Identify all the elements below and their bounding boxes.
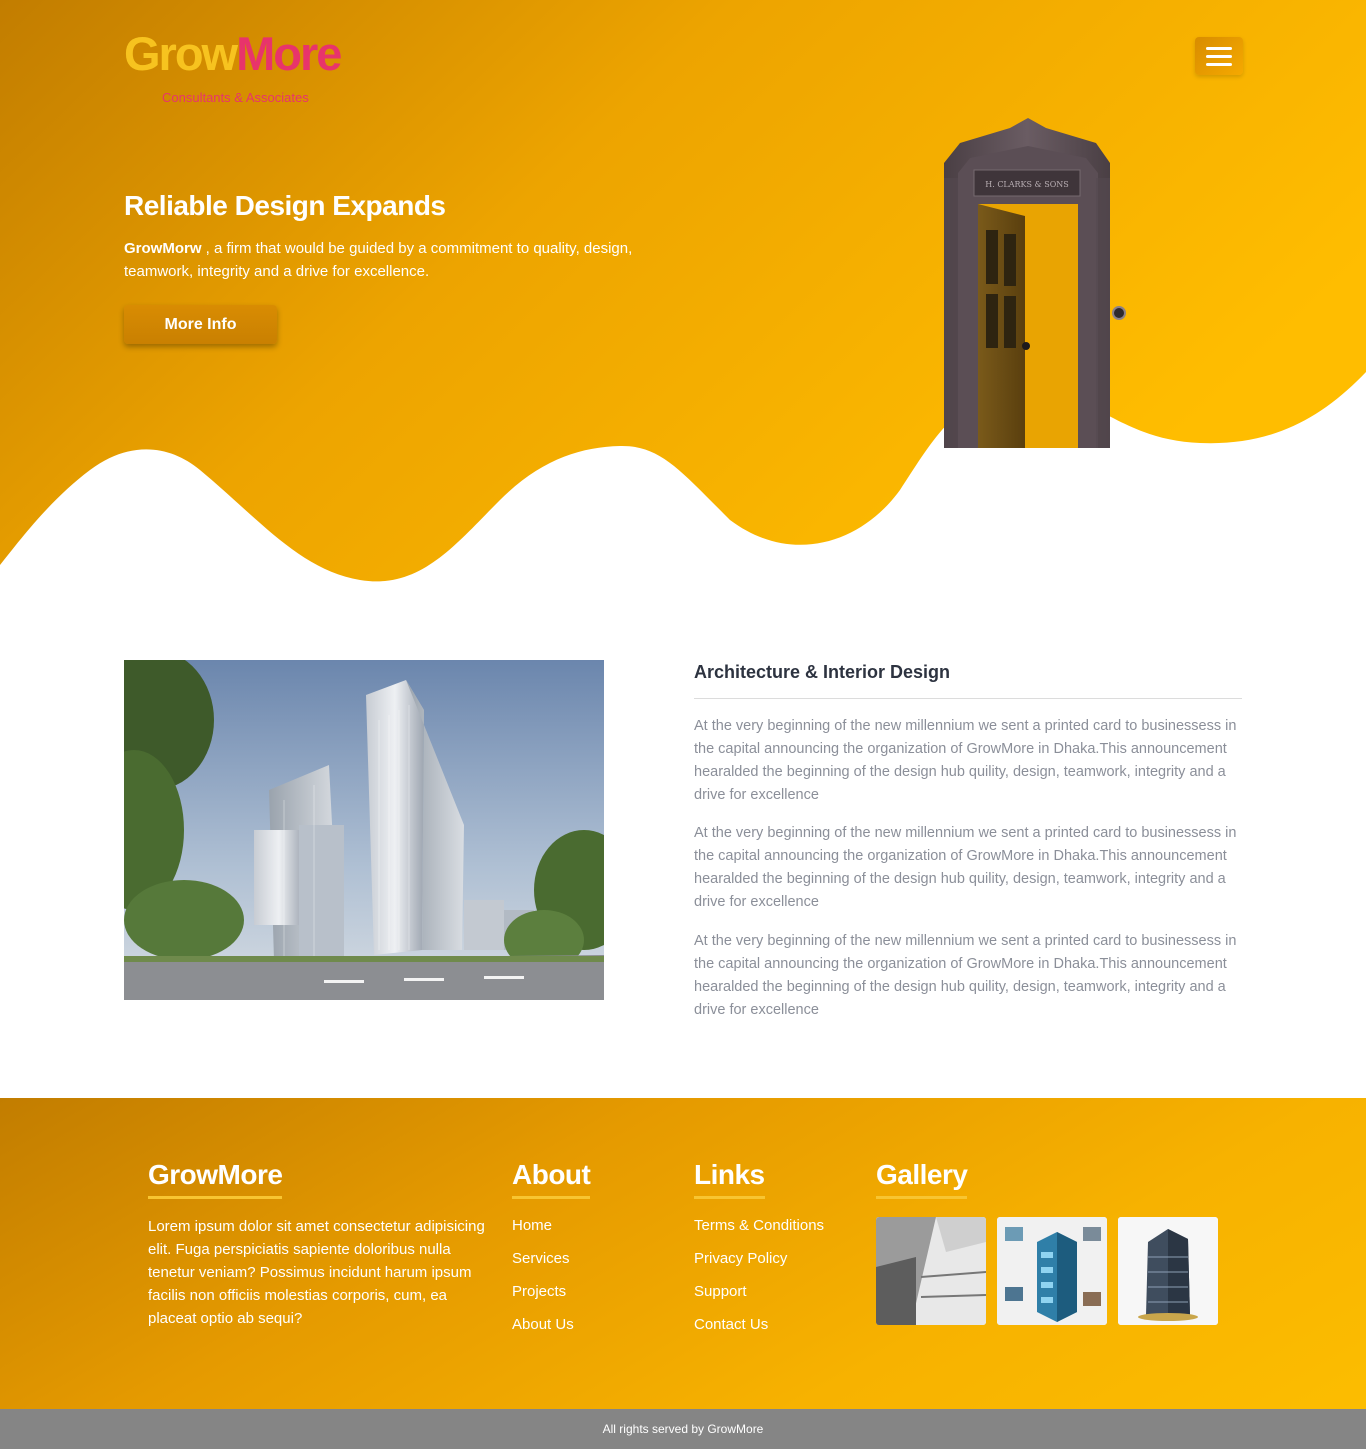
site-logo[interactable]: GrowMore Consultants & Associates [124, 28, 384, 108]
footer-links-list: Terms & Conditions Privacy Policy Suppor… [694, 1217, 824, 1334]
about-paragraph: At the very beginning of the new millenn… [694, 933, 1237, 1018]
gallery-thumb-facade[interactable] [876, 1217, 986, 1325]
footer-links-heading-text: Links [694, 1159, 765, 1190]
copyright-bar: All rights served by GrowMore [0, 1409, 1366, 1449]
footer-links-column: Links Terms & Conditions Privacy Policy … [694, 1158, 824, 1349]
footer-gallery-column: Gallery [876, 1158, 1236, 1327]
footer-gallery-heading: Gallery [876, 1158, 968, 1199]
footer-about-heading-text: About [512, 1159, 591, 1190]
footer-link-privacy[interactable]: Privacy Policy [694, 1250, 824, 1268]
gallery-thumb-isometric[interactable] [997, 1217, 1107, 1325]
footer-link-contact[interactable]: Contact Us [694, 1316, 824, 1334]
footer-about-heading: About [512, 1158, 591, 1199]
hero-section: GrowMore Consultants & Associates Reliab… [0, 0, 1366, 600]
footer-link-about-us[interactable]: About Us [512, 1316, 590, 1334]
gallery-grid [876, 1217, 1236, 1327]
more-info-button[interactable]: More Info [124, 305, 277, 344]
svg-text:H. CLARKS & SONS: H. CLARKS & SONS [985, 180, 1068, 189]
about-title: Architecture & Interior Design [694, 662, 951, 682]
office-tower-image [1118, 1217, 1218, 1325]
footer-links-heading: Links [694, 1158, 765, 1199]
footer: GrowMore Lorem ipsum dolor sit amet cons… [0, 1098, 1366, 1409]
hamburger-menu-button[interactable] [1195, 37, 1243, 75]
isometric-building-image [997, 1217, 1107, 1325]
footer-about-column: About Home Services Projects About Us [512, 1158, 591, 1349]
hero-description: GrowMorw , a firm that would be guided b… [124, 237, 654, 283]
hamburger-icon-bar [1206, 63, 1232, 66]
skyscraper-illustration [124, 660, 604, 1000]
about-paragraph: At the very beginning of the new millenn… [694, 825, 1237, 910]
footer-gallery-heading-text: Gallery [876, 1159, 968, 1190]
facade-image [876, 1217, 986, 1325]
open-door-image: H. CLARKS & SONS [944, 118, 1126, 448]
hamburger-icon-bar [1206, 55, 1232, 58]
footer-brand-column: GrowMore Lorem ipsum dolor sit amet cons… [148, 1158, 493, 1330]
footer-brand-heading-text: GrowMore [148, 1159, 283, 1190]
logo-wordmark: GrowMore [124, 27, 342, 80]
logo-tagline: Consultants & Associates [162, 90, 309, 105]
about-divider [694, 698, 1242, 699]
logo-more-text: More [236, 27, 342, 80]
footer-brand-heading: GrowMore [148, 1158, 283, 1199]
about-paragraph: At the very beginning of the new millenn… [694, 718, 1237, 803]
heading-underline [694, 1196, 765, 1199]
gallery-thumb-tower[interactable] [1118, 1217, 1218, 1325]
footer-link-home[interactable]: Home [512, 1217, 590, 1235]
heading-underline [876, 1196, 968, 1199]
footer-link-terms[interactable]: Terms & Conditions [694, 1217, 824, 1235]
footer-link-projects[interactable]: Projects [512, 1283, 590, 1301]
building-image [124, 660, 604, 1000]
hero-brand: GrowMorw [124, 240, 202, 257]
footer-link-support[interactable]: Support [694, 1283, 824, 1301]
heading-underline [512, 1196, 591, 1199]
logo-grow-text: Grow [124, 27, 238, 80]
footer-about-list: Home Services Projects About Us [512, 1217, 590, 1334]
footer-link-services[interactable]: Services [512, 1250, 590, 1268]
heading-underline [148, 1196, 283, 1199]
hero-title: Reliable Design Expands [124, 190, 446, 221]
footer-brand-text: Lorem ipsum dolor sit amet consectetur a… [148, 1218, 485, 1327]
hamburger-icon-bar [1206, 47, 1232, 50]
